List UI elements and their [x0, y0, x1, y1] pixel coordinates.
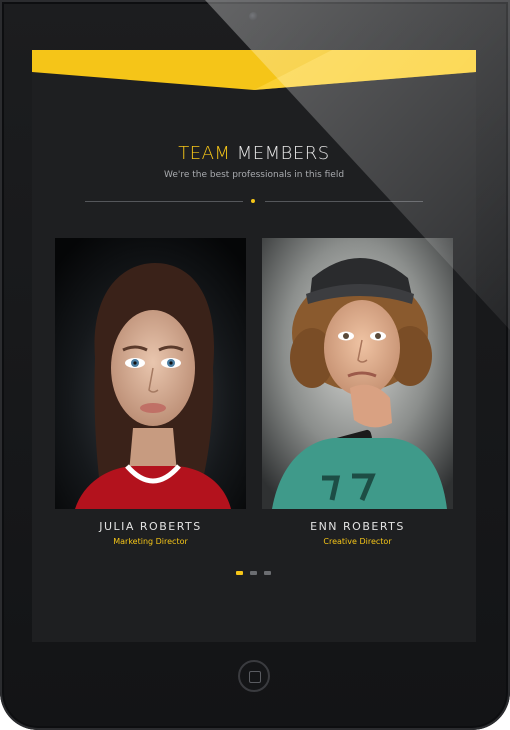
carousel-pagination	[236, 571, 271, 575]
member-photo-enn[interactable]	[262, 238, 453, 509]
section-title: TEAM MEMBERS	[32, 143, 476, 164]
title-divider-dot	[251, 199, 255, 203]
header-yellow-banner	[32, 50, 476, 90]
front-camera-icon	[249, 12, 258, 21]
member-photo-julia[interactable]	[55, 238, 246, 509]
section-title-rest: MEMBERS	[236, 143, 330, 164]
member-name-enn: ENN ROBERTS	[310, 520, 405, 533]
portrait-woman-image	[55, 238, 246, 509]
carousel-dot-2[interactable]	[250, 571, 257, 575]
member-name-julia: JULIA ROBERTS	[99, 520, 202, 533]
title-divider-right	[265, 201, 423, 202]
member-role-enn: Creative Director	[323, 537, 392, 546]
tablet-screen: TEAM MEMBERS We're the best professional…	[32, 50, 476, 642]
portrait-man-image	[262, 238, 453, 509]
tablet-device: TEAM MEMBERS We're the best professional…	[0, 0, 510, 730]
home-square-icon	[249, 671, 261, 683]
home-button[interactable]	[238, 660, 270, 692]
section-subtitle: We're the best professionals in this fie…	[163, 170, 345, 180]
section-title-accent: TEAM	[178, 143, 231, 164]
member-role-julia: Marketing Director	[113, 537, 188, 546]
carousel-dot-3[interactable]	[264, 571, 271, 575]
title-divider-left	[85, 201, 243, 202]
carousel-dot-1[interactable]	[236, 571, 243, 575]
